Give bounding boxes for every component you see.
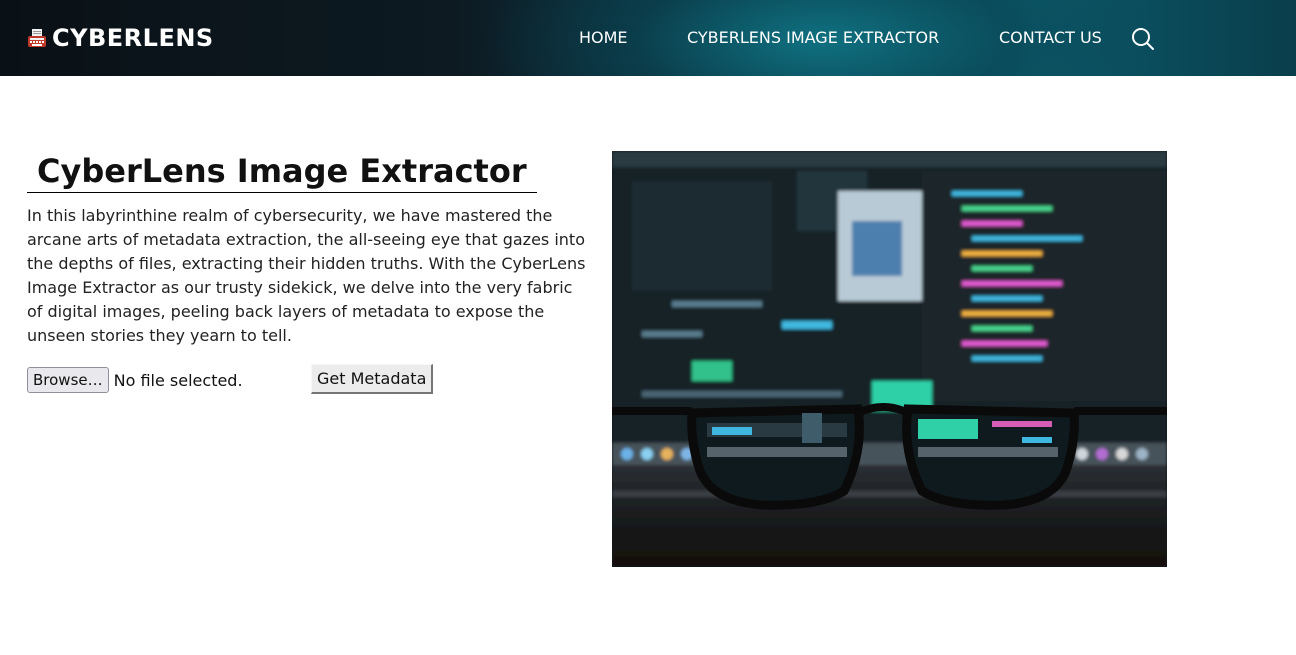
page-description: In this labyrinthine realm of cybersecur… xyxy=(27,206,586,345)
file-status: No file selected. xyxy=(113,370,243,390)
logo-text: CYBERLENS xyxy=(52,24,214,52)
hero-image xyxy=(612,151,1167,567)
page-title: CyberLens Image Extractor xyxy=(27,152,537,193)
browse-button[interactable]: Browse… xyxy=(27,367,109,393)
nav-contact-us[interactable]: CONTACT US xyxy=(999,28,1102,47)
nav-image-extractor[interactable]: CYBERLENS IMAGE EXTRACTOR xyxy=(687,28,939,47)
top-navbar: CYBERLENS HOME CYBERLENS IMAGE EXTRACTOR… xyxy=(0,0,1296,76)
get-metadata-button[interactable]: Get Metadata xyxy=(311,364,434,394)
file-input[interactable]: Browse… No file selected. xyxy=(27,366,243,394)
nav-home[interactable]: HOME xyxy=(579,28,628,47)
search-icon[interactable] xyxy=(1131,27,1155,51)
typewriter-icon xyxy=(27,27,47,49)
site-logo[interactable]: CYBERLENS xyxy=(27,24,214,52)
